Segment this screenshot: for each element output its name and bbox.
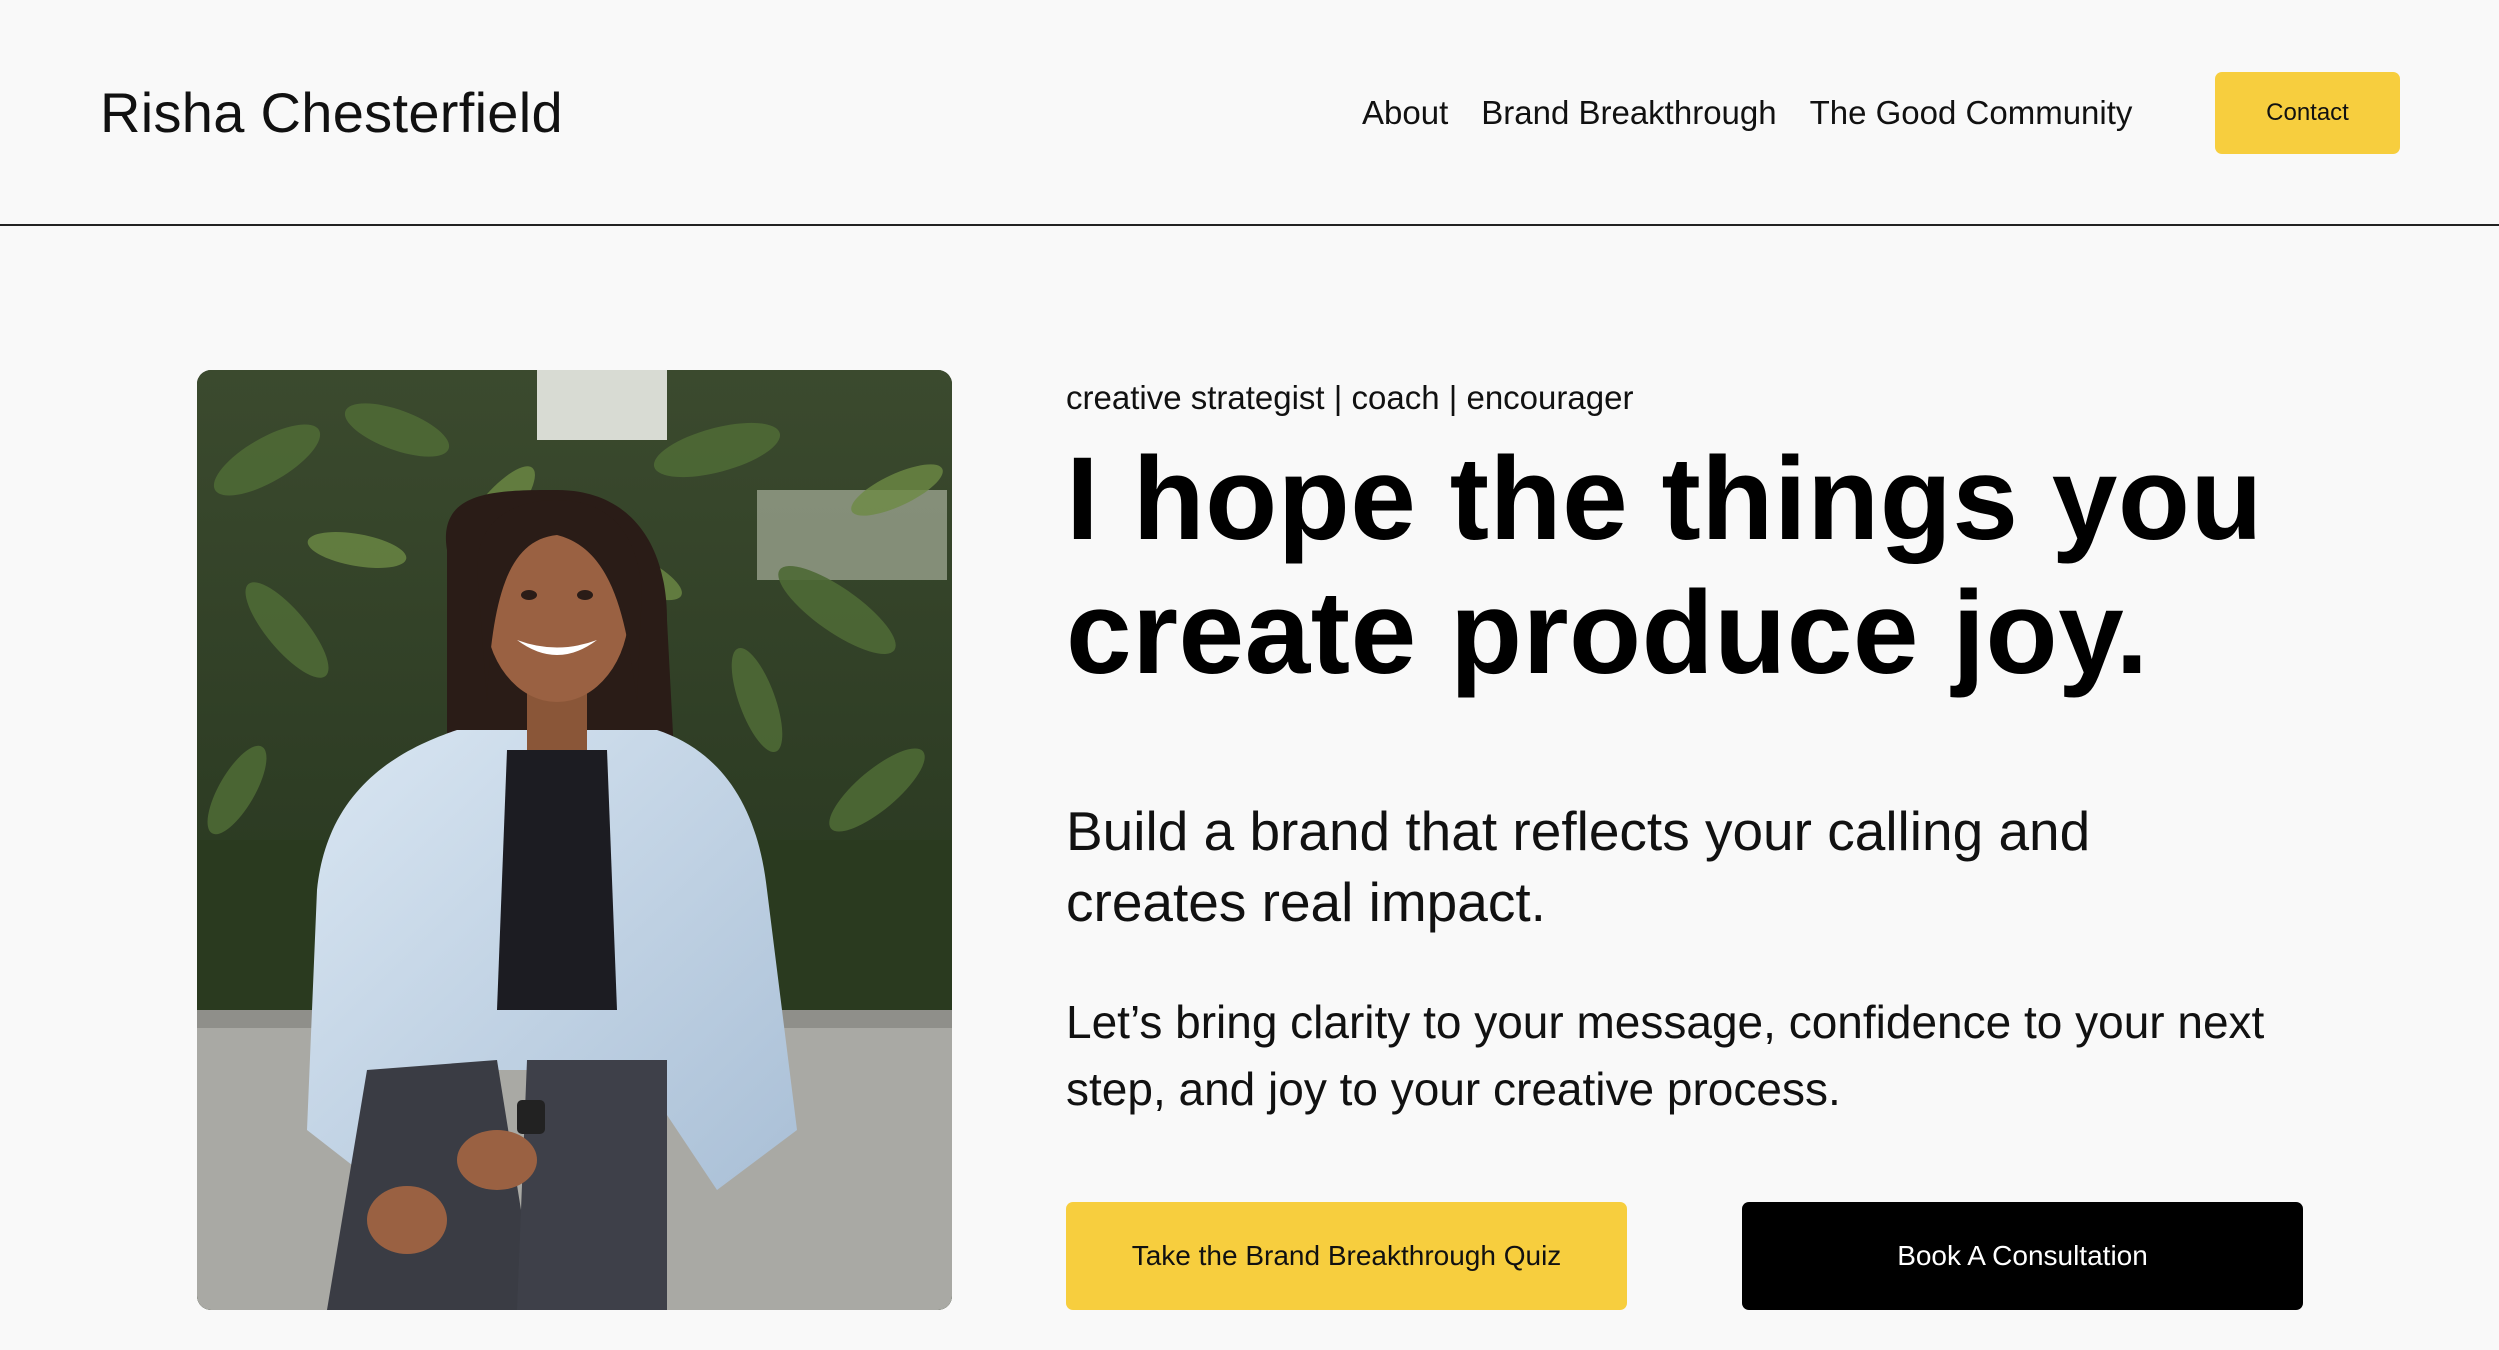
hero-subhead: Build a brand that reflects your calling…	[1066, 800, 2091, 933]
portrait-photo	[197, 370, 952, 1310]
site-header: Risha Chesterfield About Brand Breakthro…	[0, 0, 2499, 226]
hero-body-text: Let’s bring clarity to your message, con…	[1066, 996, 2265, 1115]
book-consultation-button[interactable]: Book A Consultation	[1742, 1202, 2303, 1310]
portrait-illustration	[197, 370, 952, 1310]
contact-button[interactable]: Contact	[2215, 72, 2400, 154]
hero-tagline: creative strategist | coach | encourager	[1066, 379, 1634, 416]
nav-link-brand-breakthrough[interactable]: Brand Breakthrough	[1481, 92, 1776, 134]
brand-logo-link[interactable]: Risha Chesterfield	[100, 78, 563, 148]
nav-link-about[interactable]: About	[1362, 92, 1448, 134]
main-nav: About Brand Breakthrough The Good Commun…	[1362, 92, 2165, 134]
brand-quiz-button[interactable]: Take the Brand Breakthrough Quiz	[1066, 1202, 1627, 1310]
hero-headline: I hope the things you create produce joy…	[1066, 433, 2264, 699]
nav-link-good-community[interactable]: The Good Community	[1810, 92, 2133, 134]
